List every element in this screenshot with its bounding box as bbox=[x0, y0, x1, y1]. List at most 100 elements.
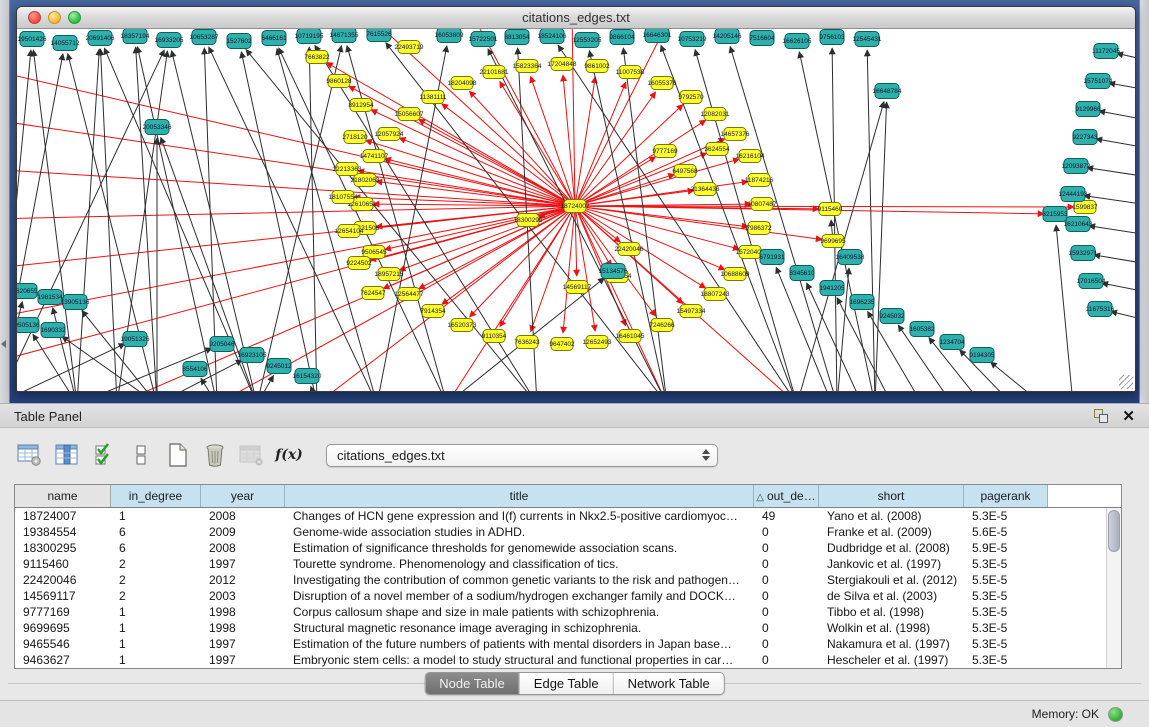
network-edge[interactable] bbox=[991, 362, 1042, 391]
select-all-columns-button[interactable] bbox=[90, 441, 118, 469]
column-header-in_degree[interactable]: in_degree bbox=[111, 485, 201, 507]
table-row[interactable]: 1872400712008Changes of HCN gene express… bbox=[15, 508, 1106, 524]
network-node[interactable]: 6466161 bbox=[261, 31, 287, 46]
network-node[interactable]: 11874216 bbox=[745, 174, 774, 187]
network-node[interactable]: 6791931 bbox=[759, 250, 785, 265]
network-node[interactable]: 9194305 bbox=[969, 348, 995, 363]
network-edge[interactable] bbox=[17, 119, 575, 206]
network-node[interactable]: 15722501 bbox=[469, 32, 498, 47]
network-node[interactable]: 10719195 bbox=[295, 29, 324, 44]
network-node[interactable]: 9792570 bbox=[678, 91, 704, 104]
network-edge[interactable] bbox=[371, 110, 575, 206]
network-edge[interactable] bbox=[500, 81, 575, 206]
network-node[interactable]: 1981534 bbox=[37, 290, 63, 305]
network-edge[interactable] bbox=[17, 50, 31, 391]
network-node[interactable]: 15751074 bbox=[1084, 74, 1113, 89]
network-node[interactable]: 12652493 bbox=[583, 336, 612, 349]
network-node[interactable]: 9227343 bbox=[1072, 130, 1098, 145]
network-node[interactable]: 7615526 bbox=[366, 29, 392, 42]
close-icon[interactable]: ✕ bbox=[1122, 406, 1135, 427]
network-node[interactable]: 3215953 bbox=[1042, 207, 1068, 222]
network-node[interactable]: 1599837 bbox=[1072, 201, 1098, 214]
network-node[interactable]: 8912954 bbox=[348, 99, 374, 112]
network-edge[interactable] bbox=[33, 50, 77, 391]
network-node[interactable]: 16520373 bbox=[448, 319, 477, 332]
network-node[interactable]: 22420046 bbox=[615, 243, 644, 256]
network-node[interactable]: 19501426 bbox=[18, 32, 47, 47]
network-node[interactable]: 18524106 bbox=[538, 29, 567, 44]
network-node[interactable]: 20053346 bbox=[143, 120, 172, 135]
network-node[interactable]: 14657376 bbox=[721, 128, 750, 141]
network-edge[interactable] bbox=[1111, 312, 1135, 319]
network-edge[interactable] bbox=[799, 52, 875, 391]
network-node[interactable]: 12213363 bbox=[333, 163, 362, 176]
network-node[interactable]: 14741107 bbox=[360, 150, 389, 163]
network-node[interactable]: 9115460 bbox=[818, 203, 843, 216]
network-node[interactable]: 16409538 bbox=[836, 250, 865, 265]
network-node[interactable]: 16648784 bbox=[873, 84, 902, 99]
network-node[interactable]: 7663822 bbox=[304, 51, 330, 64]
network-node[interactable]: 16626105 bbox=[783, 34, 812, 49]
column-header-out_degree[interactable]: △out_de… bbox=[754, 485, 819, 507]
network-node[interactable]: 18724007 bbox=[561, 200, 590, 213]
network-node[interactable]: 14205146 bbox=[713, 29, 742, 44]
float-window-icon[interactable] bbox=[1094, 409, 1109, 424]
network-node[interactable]: 16461045 bbox=[616, 330, 645, 343]
new-column-button[interactable] bbox=[164, 441, 192, 469]
network-node[interactable]: 14671355 bbox=[330, 29, 359, 43]
network-node[interactable]: 14055712 bbox=[51, 36, 80, 51]
network-edge[interactable] bbox=[17, 344, 125, 391]
network-node[interactable]: 16053809 bbox=[435, 29, 464, 43]
table-row[interactable]: 1830029562008Estimation of significance … bbox=[15, 540, 1106, 556]
network-edge[interactable] bbox=[1094, 255, 1135, 263]
network-edge[interactable] bbox=[1102, 283, 1135, 291]
network-edge[interactable] bbox=[399, 138, 575, 206]
table-row[interactable]: 1938455462009Genome-wide association stu… bbox=[15, 524, 1106, 540]
network-edge[interactable] bbox=[575, 206, 667, 391]
vertical-scrollbar[interactable] bbox=[1106, 508, 1121, 668]
delete-column-button[interactable] bbox=[201, 441, 229, 469]
show-column-button[interactable] bbox=[53, 441, 81, 469]
network-node[interactable]: 12564477 bbox=[395, 288, 424, 301]
column-header-pagerank[interactable]: pagerank bbox=[964, 485, 1048, 507]
network-node[interactable]: 17016504 bbox=[1077, 274, 1106, 289]
network-node[interactable]: 1605382 bbox=[909, 322, 935, 337]
network-edge[interactable] bbox=[241, 52, 317, 391]
panel-expand-arrow-icon[interactable] bbox=[1, 340, 6, 348]
network-node[interactable]: 20691406 bbox=[86, 31, 115, 46]
network-edge[interactable] bbox=[867, 50, 875, 391]
network-edge[interactable] bbox=[875, 102, 887, 391]
network-node[interactable]: 9860128 bbox=[326, 75, 352, 88]
network-node[interactable]: 7516604 bbox=[749, 31, 775, 46]
unselect-all-columns-button[interactable] bbox=[127, 441, 155, 469]
network-edge[interactable] bbox=[575, 153, 707, 206]
network-node[interactable]: 16923105 bbox=[238, 348, 267, 363]
network-node[interactable]: 8813054 bbox=[504, 30, 530, 45]
network-node[interactable]: 16216104 bbox=[736, 150, 765, 163]
network-node[interactable]: 9245012 bbox=[266, 359, 292, 374]
network-node[interactable]: 16055376 bbox=[648, 77, 677, 90]
network-edge[interactable] bbox=[17, 169, 575, 206]
network-edge[interactable] bbox=[472, 29, 575, 206]
resize-grip[interactable] bbox=[1119, 375, 1133, 389]
network-node[interactable]: 9777169 bbox=[652, 145, 678, 158]
network-edge[interactable] bbox=[17, 206, 575, 219]
network-edge[interactable] bbox=[1109, 83, 1135, 89]
network-node[interactable]: 15932971 bbox=[1069, 246, 1098, 261]
network-edge[interactable] bbox=[1096, 139, 1135, 147]
table-row[interactable]: 2242004622012Investigating the contribut… bbox=[15, 572, 1106, 588]
network-node[interactable]: 12082031 bbox=[701, 108, 730, 121]
network-node[interactable]: 9861002 bbox=[584, 60, 610, 73]
network-node[interactable]: 12093872 bbox=[1062, 159, 1091, 174]
network-node[interactable]: 1941205 bbox=[819, 281, 845, 296]
network-node[interactable]: 7246266 bbox=[649, 319, 675, 332]
table-row[interactable]: 977716911998Corpus callosum shape and si… bbox=[15, 604, 1106, 620]
network-edge[interactable] bbox=[77, 49, 99, 391]
network-node[interactable]: 9647402 bbox=[549, 338, 575, 351]
network-node[interactable]: 12654104 bbox=[335, 225, 364, 238]
column-header-short[interactable]: short bbox=[819, 485, 964, 507]
network-canvas[interactable]: 1872400710807487798637215720407106886091… bbox=[17, 29, 1135, 391]
network-node[interactable]: 9505136 bbox=[17, 318, 40, 333]
memory-indicator[interactable] bbox=[1108, 707, 1123, 722]
network-node[interactable]: 18957215 bbox=[375, 268, 404, 281]
